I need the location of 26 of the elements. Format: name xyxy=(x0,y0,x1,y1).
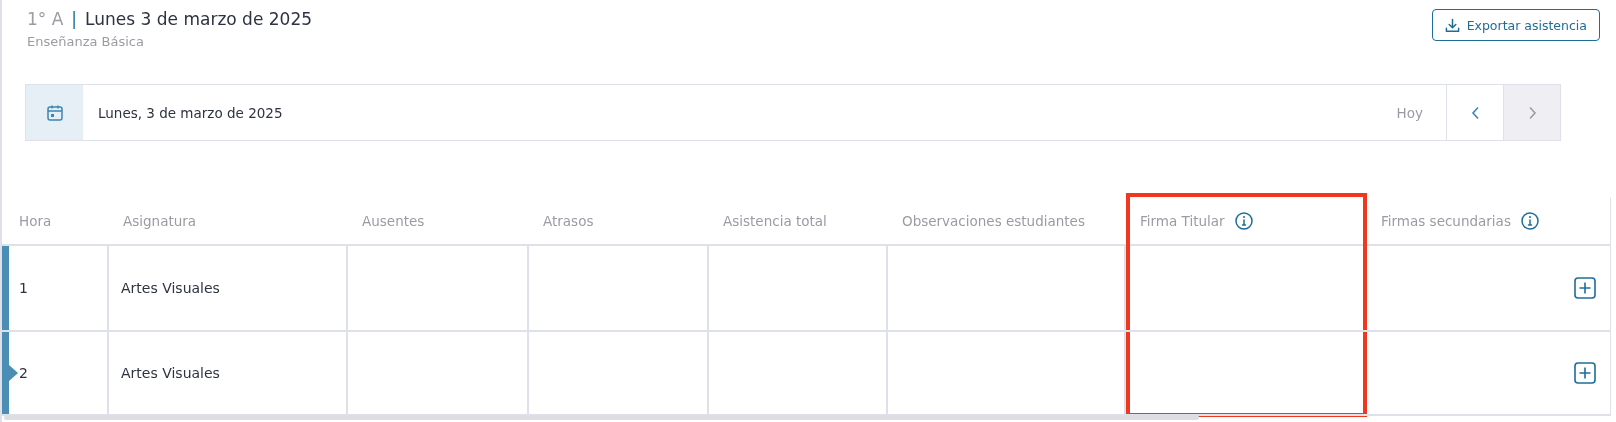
add-icon[interactable] xyxy=(1574,362,1596,384)
date-text: Lunes, 3 de marzo de 2025 xyxy=(97,103,284,123)
export-button[interactable]: Exportar asistencia xyxy=(1431,9,1600,41)
column-title: Hora xyxy=(19,213,52,229)
column-title: Firma Titular xyxy=(1140,213,1225,229)
course-label: 1° A xyxy=(27,9,64,29)
column-title: Observaciones estudiantes xyxy=(902,213,1085,229)
table-cell: Artes Visuales xyxy=(109,246,348,332)
hour-number: 2 xyxy=(19,365,28,381)
column-title: Atrasos xyxy=(543,213,594,229)
download-icon xyxy=(1444,17,1460,33)
level-label: Enseñanza Básica xyxy=(27,34,145,49)
calendar-icon xyxy=(45,103,64,122)
info-icon[interactable] xyxy=(1520,212,1539,230)
hour-number: 1 xyxy=(19,280,28,296)
column-title: Ausentes xyxy=(362,213,425,229)
add-icon[interactable] xyxy=(1574,277,1596,299)
title-separator: | xyxy=(71,9,78,29)
column-title: Asignatura xyxy=(123,213,197,229)
chevron-left-icon xyxy=(1470,105,1480,120)
horizontal-scrollbar[interactable] xyxy=(4,415,1199,420)
page-title: Lunes 3 de marzo de 2025 xyxy=(85,9,313,29)
info-icon[interactable] xyxy=(1234,212,1253,230)
chevron-right-icon xyxy=(1527,105,1537,120)
column-title: Firmas secundarias xyxy=(1381,213,1511,229)
column-title: Asistencia total xyxy=(723,213,827,229)
